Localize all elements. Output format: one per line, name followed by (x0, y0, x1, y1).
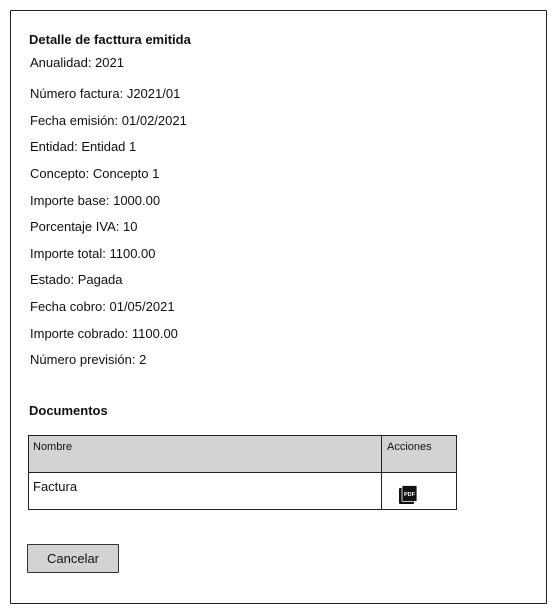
field-numero-factura: Número factura: J2021/01 (30, 86, 181, 101)
field-concepto: Concepto: Concepto 1 (30, 166, 160, 181)
documents-table: Nombre Acciones Factura PDF (28, 435, 457, 510)
field-numero-prevision: Número previsión: 2 (30, 352, 147, 367)
pdf-icon-text: PDF (404, 492, 416, 498)
field-estado: Estado: Pagada (30, 272, 123, 287)
invoice-detail-panel: Detalle de facttura emitida Anualidad: 2… (10, 10, 547, 604)
column-divider (381, 436, 383, 509)
field-entidad: Entidad: Entidad 1 (30, 139, 137, 154)
field-importe-cobrado: Importe cobrado: 1100.00 (30, 326, 178, 341)
column-header-nombre: Nombre (33, 441, 73, 453)
field-importe-base: Importe base: 1000.00 (30, 193, 161, 208)
field-fecha-emision: Fecha emisión: 01/02/2021 (30, 113, 187, 128)
field-importe-total: Importe total: 1100.00 (30, 246, 156, 261)
documents-section-title: Documentos (29, 403, 108, 418)
field-anualidad: Anualidad: 2021 (30, 55, 124, 70)
field-fecha-cobro: Fecha cobro: 01/05/2021 (30, 299, 175, 314)
document-name-cell: Factura (33, 479, 78, 494)
cancel-button[interactable]: Cancelar (27, 544, 119, 573)
pdf-icon[interactable]: PDF (398, 485, 418, 505)
column-header-acciones: Acciones (387, 441, 432, 453)
page-title: Detalle de facttura emitida (29, 32, 191, 47)
field-porcentaje-iva: Porcentaje IVA: 10 (30, 219, 138, 234)
